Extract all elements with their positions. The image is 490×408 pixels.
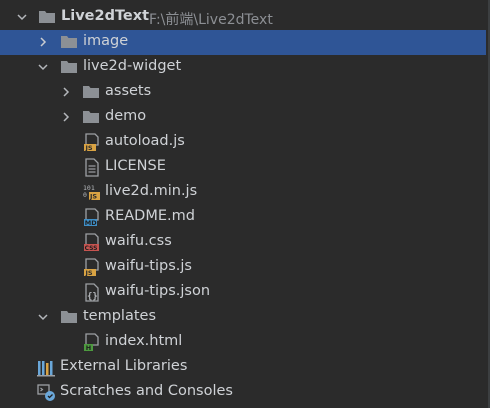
svg-text:{}: {} [87, 292, 98, 302]
minified-javascript-file-icon: 101 0 JS [83, 183, 101, 201]
chevron-down-icon[interactable] [37, 311, 49, 323]
tree-item-waifu-css[interactable]: CSS waifu.css [0, 230, 486, 255]
tree-item-label: External Libraries [60, 358, 188, 374]
folder-icon [82, 109, 100, 127]
svg-text:CSS: CSS [85, 245, 98, 252]
markdown-file-icon: MD [83, 208, 101, 227]
scratches-icon [37, 383, 55, 401]
tree-item-assets[interactable]: assets [0, 80, 486, 105]
tree-item-label: README.md [105, 208, 195, 224]
svg-text:JS: JS [85, 269, 93, 277]
tree-item-label: live2d-widget [83, 58, 182, 74]
folder-icon [60, 309, 78, 327]
html-file-icon: H [83, 333, 101, 352]
chevron-right-icon[interactable] [37, 36, 49, 48]
libraries-icon [37, 359, 55, 377]
project-path: F:\前端\Live2dText [149, 12, 273, 28]
tree-item-label: index.html [105, 333, 183, 349]
tree-item-label: waifu-tips.js [105, 258, 192, 274]
tree-item-demo[interactable]: demo [0, 105, 486, 130]
svg-text:MD: MD [85, 219, 97, 227]
tree-item-label: image [83, 33, 129, 49]
folder-icon [60, 59, 78, 77]
folder-icon [60, 34, 78, 52]
tree-item-label: waifu.css [105, 233, 172, 249]
tree-item-label: waifu-tips.json [105, 283, 211, 299]
svg-text:0: 0 [83, 191, 87, 199]
css-file-icon: CSS [83, 233, 101, 252]
tree-item-label: live2d.min.js [105, 183, 198, 199]
tree-item-index-html[interactable]: H index.html [0, 330, 486, 355]
text-file-icon [83, 158, 101, 177]
chevron-down-icon[interactable] [16, 11, 28, 23]
javascript-file-icon: JS [83, 258, 101, 277]
tree-item-scratches-and-consoles[interactable]: Scratches and Consoles [0, 380, 486, 405]
chevron-right-icon[interactable] [60, 86, 72, 98]
tree-item-image[interactable]: image [0, 30, 486, 55]
folder-icon [82, 84, 100, 102]
chevron-down-icon[interactable] [37, 61, 49, 73]
tree-item-label: autoload.js [105, 133, 185, 149]
tree-item-autoload-js[interactable]: JS autoload.js [0, 130, 486, 155]
project-tool-window: Live2dText F:\前端\Live2dText image live2d… [0, 0, 488, 408]
tree-item-waifu-tips-json[interactable]: {} waifu-tips.json [0, 280, 486, 305]
project-name: Live2dText [61, 8, 150, 24]
tree-item-label: Scratches and Consoles [60, 383, 233, 399]
tree-item-label: assets [105, 83, 152, 99]
tree-item-label: templates [83, 308, 157, 324]
javascript-file-icon: JS [83, 133, 101, 152]
tree-root-row[interactable]: Live2dText F:\前端\Live2dText [0, 5, 486, 30]
tree-item-license[interactable]: LICENSE [0, 155, 486, 180]
svg-text:H: H [86, 344, 91, 352]
chevron-right-icon[interactable] [60, 111, 72, 123]
project-folder-icon [38, 9, 56, 27]
svg-text:JS: JS [85, 144, 93, 152]
tree-item-live2d-widget[interactable]: live2d-widget [0, 55, 486, 80]
tree-item-templates[interactable]: templates [0, 305, 486, 330]
tree-item-live2d-min-js[interactable]: 101 0 JS live2d.min.js [0, 180, 486, 205]
tree-item-external-libraries[interactable]: External Libraries [0, 355, 486, 380]
tree-item-readme-md[interactable]: MD README.md [0, 205, 486, 230]
tree-item-label: demo [105, 108, 147, 124]
svg-text:JS: JS [89, 193, 97, 201]
json-file-icon: {} [83, 283, 101, 302]
tree-item-label: LICENSE [105, 158, 166, 174]
tree-item-waifu-tips-js[interactable]: JS waifu-tips.js [0, 255, 486, 280]
